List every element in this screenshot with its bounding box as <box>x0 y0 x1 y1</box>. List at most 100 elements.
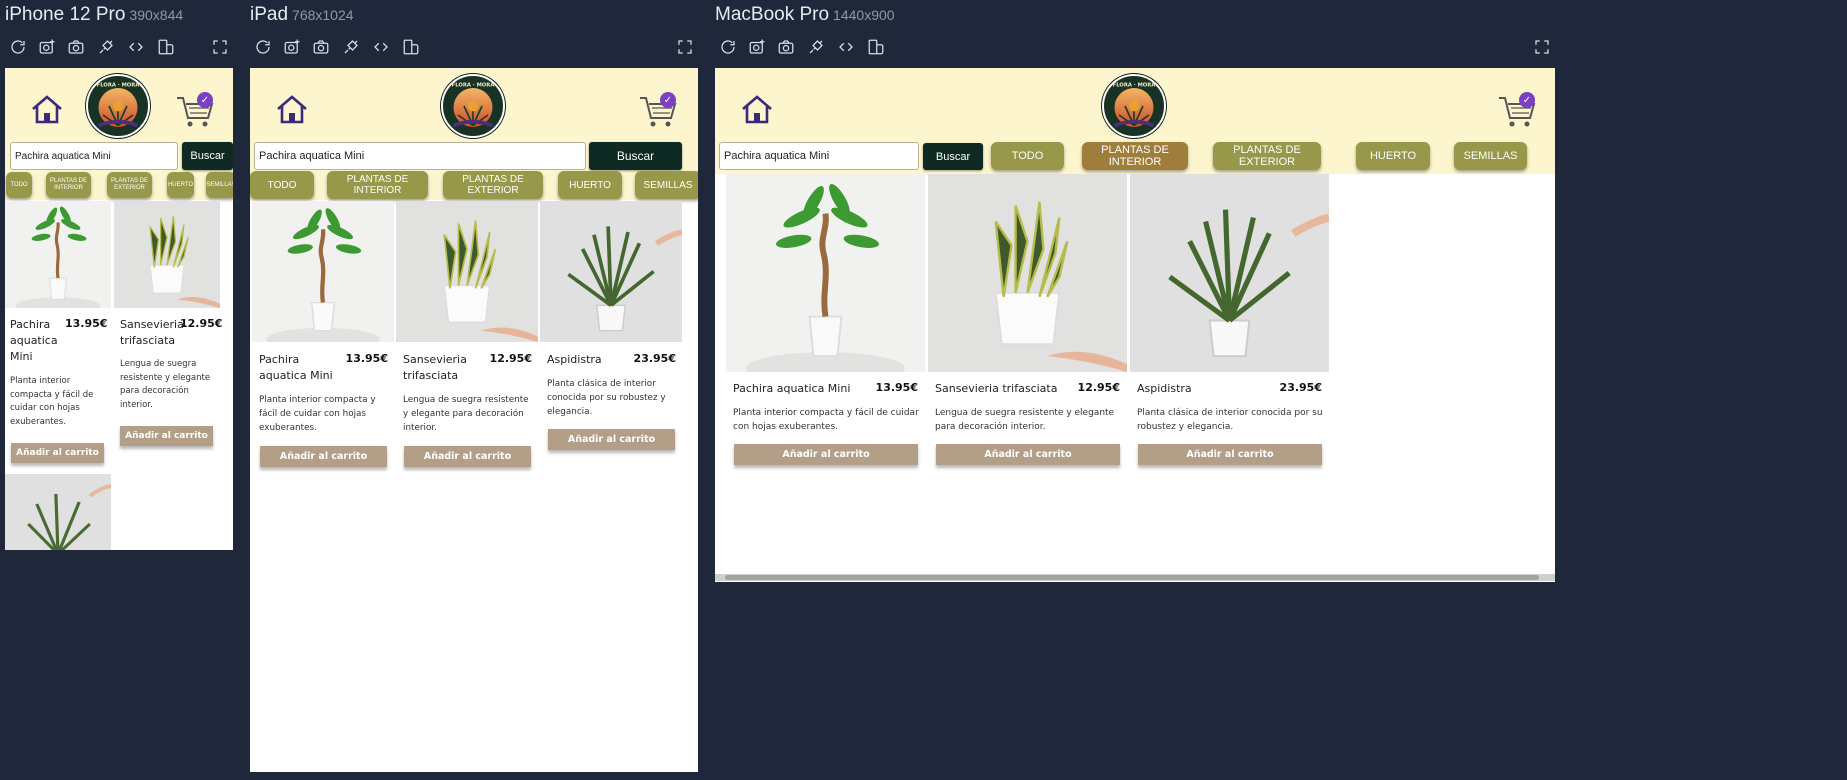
category-huerto[interactable]: HUERTO <box>167 172 194 198</box>
product-card: Aspidistra 23.95€ Planta clásica de inte… <box>1130 174 1329 474</box>
device-toolbar <box>715 36 1555 58</box>
search-button[interactable]: Buscar <box>923 143 983 170</box>
horizontal-scrollbar[interactable] <box>715 574 1555 581</box>
home-icon[interactable] <box>739 92 775 131</box>
category-plantas-exterior[interactable]: PLANTAS DE EXTERIOR <box>107 172 152 198</box>
cart-badge: ✓ <box>197 92 213 108</box>
search-input[interactable]: Pachira aquatica Mini <box>10 142 178 170</box>
search-input[interactable]: Pachira aquatica Mini <box>719 142 919 170</box>
rotate-device-icon[interactable] <box>865 36 887 58</box>
aspidistra-plant-image <box>1130 174 1329 372</box>
product-price: 13.95€ <box>345 352 388 365</box>
fullscreen-icon[interactable] <box>209 36 231 58</box>
sansevieria-plant-image <box>114 201 220 308</box>
product-name: Pachira aquatica Mini <box>259 353 333 382</box>
scrollbar-thumb[interactable] <box>725 575 1539 580</box>
product-name: Aspidistra <box>1137 382 1192 395</box>
refresh-icon[interactable] <box>717 36 739 58</box>
brand-logo: FLORA · MORA <box>86 74 150 138</box>
cart-icon[interactable]: ✓ <box>175 92 215 135</box>
product-description: Planta interior compacta y fácil de cuid… <box>259 395 376 434</box>
category-todo[interactable]: TODO <box>250 171 314 199</box>
camera-icon[interactable] <box>310 36 332 58</box>
product-description: Lengua de suegra resistente y elegante p… <box>403 395 529 434</box>
code-icon[interactable] <box>835 36 857 58</box>
camera-settings-icon[interactable] <box>281 36 303 58</box>
refresh-icon[interactable] <box>252 36 274 58</box>
fullscreen-icon[interactable] <box>1531 36 1553 58</box>
aspidistra-plant-image <box>540 201 682 342</box>
search-button[interactable]: Buscar <box>589 142 682 170</box>
product-description: Lengua de suegra resistente y elegante p… <box>120 359 211 410</box>
plug-icon[interactable] <box>95 36 117 58</box>
device-title: iPad 768x1024 <box>250 4 354 25</box>
add-to-cart-button[interactable]: Añadir al carrito <box>1138 444 1322 465</box>
add-to-cart-button[interactable]: Añadir al carrito <box>734 444 918 465</box>
cart-icon[interactable]: ✓ <box>1497 92 1537 135</box>
plug-icon[interactable] <box>805 36 827 58</box>
brand-logo: FLORA · MORA <box>441 74 505 138</box>
category-plantas-exterior[interactable]: PLANTAS DE EXTERIOR <box>443 171 543 199</box>
home-icon[interactable] <box>274 92 310 131</box>
device-viewport: FLORA · MORA ✓ Pachira aquatica Mini Bus… <box>250 68 698 772</box>
search-input[interactable]: Pachira aquatica Mini <box>254 142 586 170</box>
camera-settings-icon[interactable] <box>746 36 768 58</box>
product-price: 13.95€ <box>875 381 918 394</box>
cart-icon[interactable]: ✓ <box>638 92 678 135</box>
code-icon[interactable] <box>370 36 392 58</box>
add-to-cart-button[interactable]: Añadir al carrito <box>404 446 531 467</box>
product-card: Pachira aquatica Mini 13.95€ Planta inte… <box>5 201 111 463</box>
category-semillas[interactable]: SEMILLAS <box>635 171 698 199</box>
camera-settings-icon[interactable] <box>36 36 58 58</box>
aspidistra-plant-image <box>5 474 111 550</box>
camera-icon[interactable] <box>65 36 87 58</box>
device-viewport: FLORA · MORA ✓ Pachira aquatica Mini Bus… <box>5 68 233 550</box>
product-name: Aspidistra <box>547 353 602 366</box>
category-plantas-exterior[interactable]: PLANTAS DE EXTERIOR <box>1213 142 1321 170</box>
product-description: Planta interior compacta y fácil de cuid… <box>10 376 94 427</box>
device-toolbar <box>250 36 698 58</box>
code-icon[interactable] <box>125 36 147 58</box>
product-card: Pachira aquatica Mini 13.95€ Planta inte… <box>726 174 925 474</box>
category-todo[interactable]: TODO <box>991 142 1064 170</box>
add-to-cart-button[interactable]: Añadir al carrito <box>936 444 1120 465</box>
product-price: 23.95€ <box>1279 381 1322 394</box>
pachira-plant-image <box>726 174 925 372</box>
cart-badge: ✓ <box>1519 92 1535 108</box>
category-semillas[interactable]: SEMILLAS <box>206 172 233 198</box>
product-name: Pachira aquatica Mini <box>10 318 58 363</box>
refresh-icon[interactable] <box>7 36 29 58</box>
logo-text: FLORA · MORA <box>97 83 141 89</box>
add-to-cart-button[interactable]: Añadir al carrito <box>548 429 675 450</box>
logo-text: FLORA · MORA <box>452 83 496 89</box>
add-to-cart-button[interactable]: Añadir al carrito <box>11 443 104 463</box>
product-card: Pachira aquatica Mini 13.95€ Planta inte… <box>252 201 394 471</box>
camera-icon[interactable] <box>775 36 797 58</box>
add-to-cart-button[interactable]: Añadir al carrito <box>260 446 387 467</box>
product-description: Planta clásica de interior conocida por … <box>1137 408 1323 433</box>
category-plantas-interior[interactable]: PLANTAS DE INTERIOR <box>1082 142 1188 170</box>
cart-badge: ✓ <box>660 92 676 108</box>
device-toolbar <box>5 36 233 58</box>
category-huerto[interactable]: HUERTO <box>1356 142 1430 170</box>
category-plantas-interior[interactable]: PLANTAS DE INTERIOR <box>46 172 91 198</box>
add-to-cart-button[interactable]: Añadir al carrito <box>120 426 213 446</box>
product-card: Sansevieria trifasciata 12.95€ Lengua de… <box>114 201 224 446</box>
category-plantas-interior[interactable]: PLANTAS DE INTERIOR <box>327 171 428 199</box>
category-semillas[interactable]: SEMILLAS <box>1454 142 1527 170</box>
home-icon[interactable] <box>29 92 65 131</box>
product-price: 23.95€ <box>633 352 676 365</box>
fullscreen-icon[interactable] <box>674 36 696 58</box>
device-title: iPhone 12 Pro 390x844 <box>5 4 184 25</box>
sansevieria-plant-image <box>928 174 1127 372</box>
category-todo[interactable]: TODO <box>6 172 32 198</box>
product-name: Sansevieria trifasciata <box>935 382 1058 395</box>
category-huerto[interactable]: HUERTO <box>558 171 622 199</box>
product-card <box>5 474 111 550</box>
rotate-device-icon[interactable] <box>155 36 177 58</box>
search-button[interactable]: Buscar <box>182 142 233 170</box>
product-card: Sansevieria trifasciata 12.95€ Lengua de… <box>396 201 538 471</box>
plug-icon[interactable] <box>340 36 362 58</box>
logo-text: FLORA · MORA <box>1113 83 1157 89</box>
rotate-device-icon[interactable] <box>400 36 422 58</box>
